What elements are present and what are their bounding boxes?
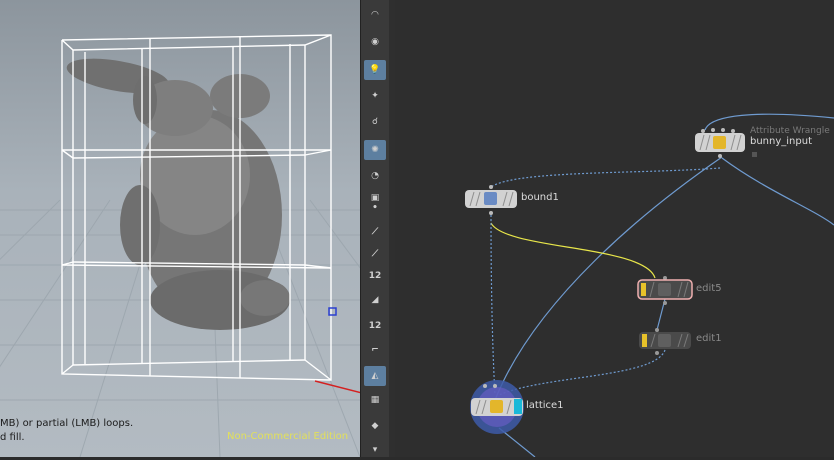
light-link-toggle[interactable]: ☌ <box>364 112 386 132</box>
network-editor[interactable]: Attribute Wrangle bunny_input bound1 edi… <box>395 0 834 457</box>
point-display-toggle[interactable]: • <box>364 198 386 218</box>
light-bulb-toggle[interactable]: 💡 <box>364 60 386 80</box>
texture-display-toggle[interactable]: ▦ <box>364 390 386 410</box>
edition-watermark: Non-Commercial Edition <box>227 431 349 442</box>
node-bound1[interactable] <box>465 185 517 215</box>
point-display-icon: • <box>372 203 378 213</box>
node-type-label: Attribute Wrangle <box>750 126 830 136</box>
camera-icon: ◉ <box>371 37 379 47</box>
node-label-lattice1: lattice1 <box>526 400 564 411</box>
viewport-hint-text: MB) or partial (LMB) loops. <box>0 418 134 429</box>
camera-toggle[interactable]: ◉ <box>364 32 386 52</box>
node-bunny-input[interactable] <box>695 128 757 158</box>
primitive-display-toggle[interactable]: ◢ <box>364 290 386 310</box>
bunny-mesh <box>66 58 290 330</box>
node-label-edit1: edit1 <box>696 333 722 344</box>
primitive-numbers-icon: 12 <box>368 321 382 331</box>
point-light-icon: ✦ <box>371 91 379 101</box>
wire-bound-to-lattice <box>490 214 496 396</box>
point-light-toggle[interactable]: ✦ <box>364 86 386 106</box>
node-label-bunny-input: bunny_input <box>750 136 813 147</box>
node-lattice1[interactable] <box>470 380 524 434</box>
primitive-numbers-toggle[interactable]: 12 <box>364 316 386 336</box>
texture-display-icon: ▦ <box>370 395 380 405</box>
guide-display-toggle[interactable]: ⌐ <box>364 340 386 360</box>
network-canvas[interactable] <box>395 0 834 457</box>
primitive-display-icon: ◢ <box>371 295 379 305</box>
point-numbers-toggle[interactable]: 12 <box>364 266 386 286</box>
ambient-occlusion-icon: ✺ <box>371 145 379 155</box>
lattice-point-handle <box>328 307 337 316</box>
more-arrow-toggle[interactable]: ▾ <box>364 440 386 460</box>
viewport-hint-text-2: d fill. <box>0 432 25 443</box>
background-toggle[interactable]: ◆ <box>364 416 386 436</box>
background-icon: ◆ <box>371 421 379 431</box>
node-label-edit5: edit5 <box>696 283 722 294</box>
shaded-display-icon: ◭ <box>371 371 379 381</box>
node-label-bound1: bound1 <box>521 192 559 203</box>
lookthrough-icon: ◠ <box>371 10 379 20</box>
display-toolbar: ◠ ◉ 💡 ✦ ☌ ✺ ◔ ▣ • ⟋ ⟋ 12 ◢ 12 ⌐ ◭ ▦ ◆ ▾ <box>360 0 390 457</box>
normal-display-icon: ⟋ <box>371 227 379 237</box>
light-bulb-icon: 💡 <box>369 65 381 75</box>
more-arrow-icon: ▾ <box>372 445 378 455</box>
vertex-normal-toggle[interactable]: ⟋ <box>364 244 386 264</box>
wire-bound-to-edit5 <box>490 222 656 279</box>
lookthrough-toggle[interactable]: ◠ <box>364 5 386 25</box>
ambient-occlusion-toggle[interactable]: ✺ <box>364 140 386 160</box>
guide-display-icon: ⌐ <box>371 345 379 355</box>
point-numbers-icon: 12 <box>368 271 382 281</box>
light-link-icon: ☌ <box>371 117 379 127</box>
normal-display-toggle[interactable]: ⟋ <box>364 222 386 242</box>
wire-bunny-to-bound <box>490 167 721 188</box>
scene-viewport[interactable]: MB) or partial (LMB) loops. d fill. Non-… <box>0 0 360 457</box>
wire-bunny-right <box>721 157 834 226</box>
vertex-normal-icon: ⟋ <box>371 249 379 259</box>
visibility-eye-icon: ◔ <box>371 171 379 181</box>
transform-handle-x <box>314 380 360 394</box>
shaded-display-toggle[interactable]: ◭ <box>364 366 386 386</box>
wire-edit1-to-lattice <box>498 349 666 396</box>
visibility-eye-toggle[interactable]: ◔ <box>364 166 386 186</box>
viewport-canvas[interactable] <box>0 0 360 457</box>
